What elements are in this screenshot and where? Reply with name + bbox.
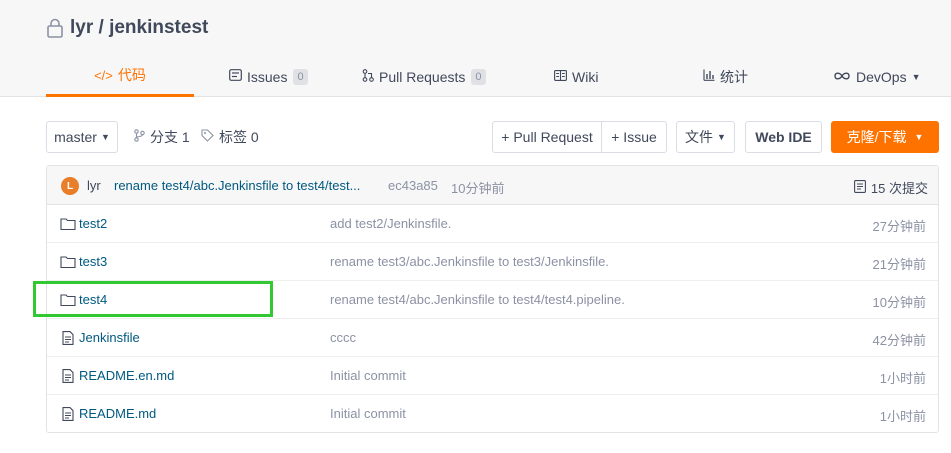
file-menu-label: 文件 <box>685 129 714 145</box>
tab-pull-requests-label: Pull Requests <box>379 68 466 85</box>
clone-download-button[interactable]: 克隆/下载 ▼ <box>831 121 939 153</box>
lock-icon <box>47 18 63 38</box>
table-row[interactable]: README.md Initial commit 1小时前 <box>47 395 938 433</box>
issues-icon <box>229 69 242 84</box>
issues-count-badge: 0 <box>293 68 308 85</box>
branch-select-label: master <box>54 129 97 145</box>
commits-count: 15 次提交 <box>870 181 928 196</box>
repo-tabs: </> 代码 Issues 0 Pull Requests 0 Wiki 统计 … <box>46 56 951 97</box>
branch-icon <box>134 129 145 145</box>
file-commit-time: 1小时前 <box>879 409 926 424</box>
tab-code-label: 代码 <box>117 67 146 83</box>
stats-icon <box>703 69 715 84</box>
pull-requests-count-badge: 0 <box>471 68 486 85</box>
folder-icon <box>60 217 76 231</box>
branch-select[interactable]: master ▼ <box>46 121 118 153</box>
repo-toolbar: master ▼ 分支 1 标签 0 + Pull Request + Issu… <box>46 121 939 153</box>
tab-devops-label: DevOps <box>856 68 907 85</box>
tab-pull-requests[interactable]: Pull Requests 0 <box>362 56 486 97</box>
tab-wiki-label: Wiki <box>572 68 599 85</box>
tab-issues-label: Issues <box>247 68 288 85</box>
file-commit-message[interactable]: rename test4/abc.Jenkinsfile to test4/te… <box>330 292 625 307</box>
tab-stats-label: 统计 <box>720 68 748 85</box>
commit-time: 10分钟前 <box>451 181 505 196</box>
chevron-down-icon: ▼ <box>100 132 110 142</box>
repo-header: lyr / jenkinstest </> 代码 Issues 0 Pull R… <box>0 0 951 97</box>
commits-count-link[interactable]: 15 次提交 <box>853 178 928 197</box>
repo-title-text: lyr / jenkinstest <box>70 17 209 38</box>
file-name-link[interactable]: Jenkinsfile <box>79 330 140 345</box>
tab-issues[interactable]: Issues 0 <box>229 56 308 97</box>
new-pull-request-label: + Pull Request <box>501 129 593 145</box>
file-commit-message[interactable]: rename test3/abc.Jenkinsfile to test3/Je… <box>330 254 609 269</box>
file-commit-time: 21分钟前 <box>872 257 926 272</box>
tab-devops[interactable]: DevOps ▼ <box>833 56 921 97</box>
web-ide-label: Web IDE <box>755 129 812 145</box>
clone-download-label: 克隆/下载 <box>846 129 907 145</box>
chevron-down-icon: ▼ <box>911 71 921 82</box>
chevron-down-icon: ▼ <box>717 132 726 142</box>
new-issue-label: + Issue <box>611 129 657 145</box>
folder-icon <box>60 255 76 269</box>
table-row[interactable]: README.en.md Initial commit 1小时前 <box>47 357 938 395</box>
file-icon <box>60 331 76 345</box>
file-commit-time: 1小时前 <box>879 371 926 386</box>
devops-icon <box>833 69 851 84</box>
file-commit-time: 42分钟前 <box>872 333 926 348</box>
file-commit-message[interactable]: Initial commit <box>330 368 406 383</box>
branches-count: 分支 1 <box>150 129 190 145</box>
tag-icon <box>201 129 214 145</box>
pull-request-icon <box>362 68 374 85</box>
wiki-icon <box>554 69 567 84</box>
repo-title[interactable]: lyr / jenkinstest <box>46 17 208 39</box>
latest-commit-bar: L lyr rename test4/abc.Jenkinsfile to te… <box>47 166 938 205</box>
table-row[interactable]: Jenkinsfile cccc 42分钟前 <box>47 319 938 357</box>
avatar[interactable]: L <box>61 177 79 195</box>
tags-link[interactable]: 标签 0 <box>201 121 259 153</box>
new-issue-button[interactable]: + Issue <box>601 121 667 153</box>
tab-code[interactable]: </> 代码 <box>46 56 194 97</box>
commit-sha[interactable]: ec43a85 <box>388 178 438 193</box>
file-name-link[interactable]: README.en.md <box>79 368 174 383</box>
file-commit-message[interactable]: cccc <box>330 330 356 345</box>
new-pull-request-button[interactable]: + Pull Request <box>492 121 602 153</box>
tab-stats[interactable]: 统计 <box>703 56 748 97</box>
tags-count: 标签 0 <box>219 129 259 145</box>
file-menu-button[interactable]: 文件 ▼ <box>676 121 735 153</box>
table-row[interactable]: test3 rename test3/abc.Jenkinsfile to te… <box>47 243 938 281</box>
file-commit-time: 27分钟前 <box>872 219 926 234</box>
highlight-box <box>33 281 273 317</box>
file-name-link[interactable]: test2 <box>79 216 107 231</box>
commits-icon <box>853 179 866 196</box>
file-commit-message[interactable]: Initial commit <box>330 406 406 421</box>
tab-wiki[interactable]: Wiki <box>554 56 598 97</box>
code-icon: </> <box>94 67 113 83</box>
file-commit-time: 10分钟前 <box>872 295 926 310</box>
branches-link[interactable]: 分支 1 <box>134 121 190 153</box>
table-row[interactable]: test2 add test2/Jenkinsfile. 27分钟前 <box>47 205 938 243</box>
commit-author[interactable]: lyr <box>87 178 101 193</box>
file-icon <box>60 369 76 383</box>
file-name-link[interactable]: test3 <box>79 254 107 269</box>
commit-message[interactable]: rename test4/abc.Jenkinsfile to test4/te… <box>114 178 360 193</box>
file-icon <box>60 407 76 421</box>
chevron-down-icon: ▼ <box>914 132 924 142</box>
file-name-link[interactable]: README.md <box>79 406 156 421</box>
file-commit-message[interactable]: add test2/Jenkinsfile. <box>330 216 451 231</box>
web-ide-button[interactable]: Web IDE <box>745 121 822 153</box>
